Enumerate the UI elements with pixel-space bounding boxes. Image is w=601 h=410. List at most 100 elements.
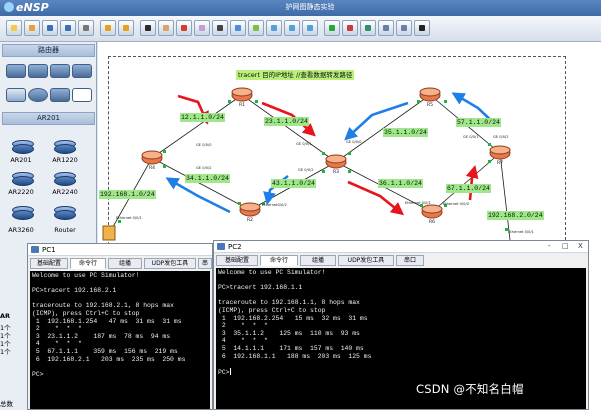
console-line: 1 192.168.1.254 47 ms 31 ms 31 ms xyxy=(32,317,182,325)
network-label: 12.1.1.0/24 xyxy=(180,113,225,122)
router-r3[interactable] xyxy=(325,154,347,169)
tab-udp-tool[interactable]: UDP发包工具 xyxy=(144,258,196,269)
port-label: Ethernet 0/0/1 xyxy=(508,230,534,234)
pc-icon xyxy=(217,243,225,250)
tab-serial[interactable]: 串口 xyxy=(396,255,424,266)
port-label: GE 0/0/1 xyxy=(296,142,312,146)
console-line: PC> xyxy=(32,370,44,378)
network-label: 36.1.1.0/24 xyxy=(378,179,423,188)
console-line: 6 192.168.1.1 188 ms 203 ms 125 ms xyxy=(218,352,372,360)
ensp-app: eNSP 护网图静态实验 路由器 AR201 AR201 AR1220 AR22… xyxy=(0,0,601,410)
console-line: 4 * * * xyxy=(218,337,268,345)
port-label: Ethernet 0/0/1 xyxy=(405,201,431,205)
console-line: Welcome to use PC Simulator! xyxy=(218,269,326,276)
router-r1[interactable] xyxy=(231,87,253,102)
node-label-r4: R4 xyxy=(149,166,155,171)
node-label-r7: R7 xyxy=(497,161,503,166)
console-prompt: PC> xyxy=(218,368,230,376)
network-label: 192.168.1.0/24 xyxy=(99,190,156,199)
port-label: GE 0/0/0 xyxy=(196,143,212,147)
port-dots xyxy=(118,100,508,231)
tab-multicast[interactable]: 组播 xyxy=(108,258,142,269)
port-label: GE 0/0/2 xyxy=(196,166,212,170)
maximize-button[interactable]: □ xyxy=(562,242,569,250)
network-label: 23.1.1.0/24 xyxy=(264,117,309,126)
topology-note: tracert 目的IP地址 //查看数据转发路径 xyxy=(236,70,355,80)
port-label: Ethernet 0/0/1 xyxy=(116,216,142,220)
tab-command-line[interactable]: 命令行 xyxy=(260,255,298,266)
console-line: traceroute to 192.168.2.1, 8 hops max xyxy=(32,302,174,310)
tab-command-line[interactable]: 命令行 xyxy=(70,258,106,269)
network-label: 192.168.2.0/24 xyxy=(487,211,544,220)
pc2-console[interactable]: Welcome to use PC Simulator! PC>tracert … xyxy=(216,268,586,409)
console-line: PC> xyxy=(218,367,584,376)
router-r7[interactable] xyxy=(489,145,511,160)
routers xyxy=(141,87,511,219)
pc2-title: PC2 xyxy=(228,243,242,251)
minimize-button[interactable]: - xyxy=(548,242,551,250)
watermark: CSDN @不知名白帽 xyxy=(416,382,524,396)
pc1-device-icon[interactable] xyxy=(102,225,116,241)
console-line: Welcome to use PC Simulator! xyxy=(32,272,140,279)
tab-basic-config[interactable]: 基础配置 xyxy=(30,258,68,269)
console-line: 3 35.1.1.2 125 ms 110 ms 93 ms xyxy=(218,329,360,337)
tab-basic-config[interactable]: 基础配置 xyxy=(216,255,258,266)
console-line: (ICMP), press Ctrl+C to stop xyxy=(32,309,140,317)
close-button[interactable]: X xyxy=(578,242,583,250)
router-r6[interactable] xyxy=(421,204,443,219)
port-label: GE 0/0/2 xyxy=(298,168,314,172)
router-r4[interactable] xyxy=(141,150,163,165)
link-r4-r1 xyxy=(151,94,243,159)
pc1-console[interactable]: Welcome to use PC Simulator! PC>tracert … xyxy=(30,271,210,409)
pc1-title: PC1 xyxy=(42,246,56,254)
console-line: 6 192.168.2.1 203 ms 235 ms 250 ms xyxy=(32,355,186,363)
pc-icon xyxy=(31,246,39,253)
text-cursor xyxy=(229,367,231,375)
pc1-cli-window[interactable]: PC1 基础配置 命令行 组播 UDP发包工具 串 Welcome to use… xyxy=(27,243,213,410)
console-line: 1 192.168.2.254 15 ms 32 ms 31 ms xyxy=(218,314,368,322)
console-line: 5 67.1.1.1 359 ms 156 ms 219 ms xyxy=(32,347,178,355)
node-label-r5: R5 xyxy=(427,103,433,108)
pc2-title-bar[interactable]: PC2 xyxy=(214,241,588,253)
port-label: GE 0/0/0 xyxy=(346,140,362,144)
network-label: 67.1.1.0/24 xyxy=(446,184,491,193)
return-arrow-3 xyxy=(165,177,231,214)
node-label-r1: R1 xyxy=(239,103,245,108)
network-label: 57.1.1.0/24 xyxy=(456,118,501,127)
hidden-panel-label: 1个 xyxy=(0,348,11,356)
router-r2[interactable] xyxy=(239,202,261,217)
port-label: Ethernet 0/0/0 xyxy=(443,202,469,206)
panel-footer: 总数 xyxy=(0,400,13,408)
link-r1-r3 xyxy=(241,94,337,163)
network-label: 34.1.1.0/24 xyxy=(185,174,230,183)
console-line: 5 14.1.1.1 171 ms 157 ms 140 ms xyxy=(218,344,364,352)
node-label-r6: R6 xyxy=(429,220,435,225)
tab-udp-tool[interactable]: UDP发包工具 xyxy=(338,255,394,266)
tab-serial[interactable]: 串 xyxy=(198,258,212,269)
console-line: 2 * * * xyxy=(218,322,268,330)
pc1-title-bar[interactable]: PC1 xyxy=(28,244,212,256)
hidden-panel-label: AR xyxy=(0,312,11,320)
port-label: GE 0/0/1 xyxy=(463,135,479,139)
port-label: GE 0/0/2 xyxy=(493,135,509,139)
console-line: (ICMP), press Ctrl+C to stop xyxy=(218,306,326,314)
node-label-r3: R3 xyxy=(333,170,339,175)
console-line: 3 23.1.1.2 187 ms 78 ms 94 ms xyxy=(32,332,171,340)
router-r5[interactable] xyxy=(419,87,441,102)
pc2-cli-window[interactable]: PC2 - □ X 基础配置 命令行 组播 UDP发包工具 串口 Welcome… xyxy=(213,240,589,410)
network-label: 35.1.1.0/24 xyxy=(383,128,428,137)
console-line: 4 * * * xyxy=(32,340,82,348)
console-line: PC>tracert 192.168.2.1 xyxy=(32,287,117,295)
console-line: PC>tracert 192.168.1.1 xyxy=(218,284,303,292)
network-label: 43.1.1.0/24 xyxy=(271,179,316,188)
node-label-r2: R2 xyxy=(247,218,253,223)
tab-multicast[interactable]: 组播 xyxy=(300,255,336,266)
link-r7-pc2 xyxy=(499,152,511,241)
console-line: 2 * * * xyxy=(32,325,82,333)
